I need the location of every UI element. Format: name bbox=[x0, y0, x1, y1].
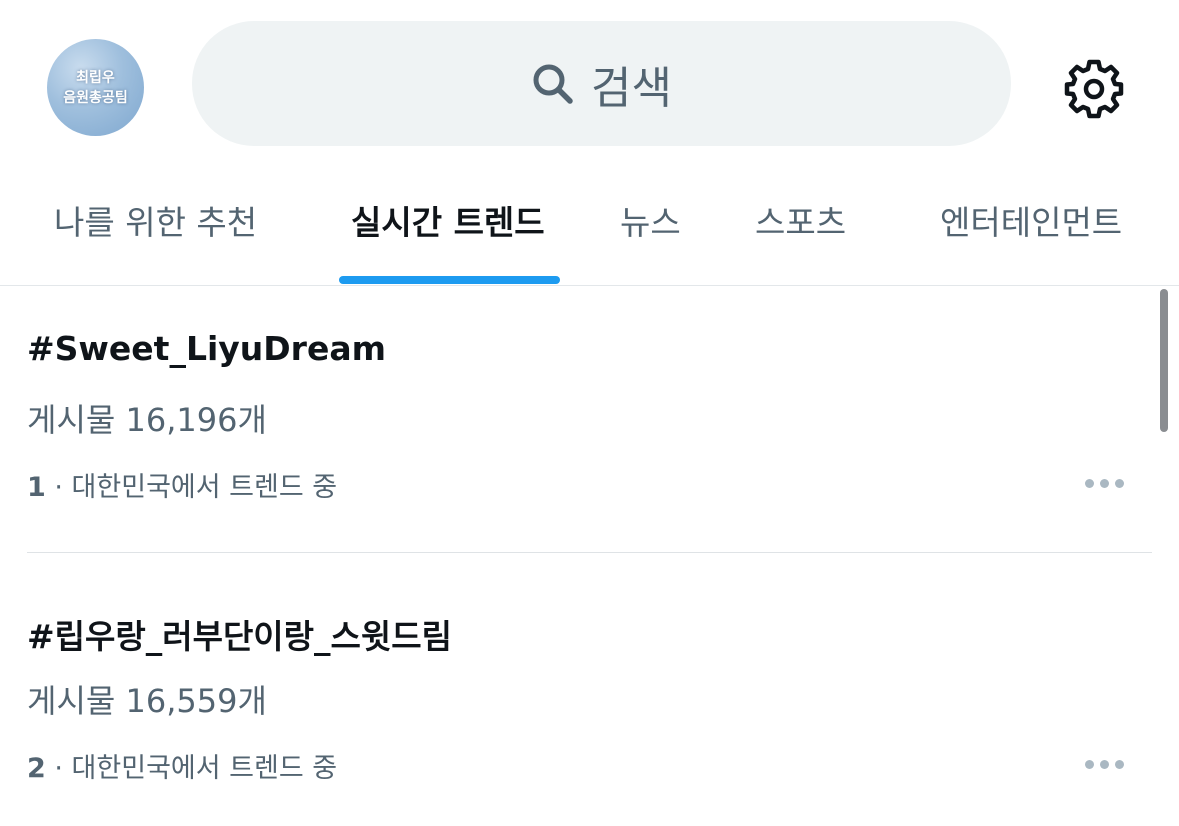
trend-item[interactable]: #립우랑_러부단이랑_스윗드림 게시물 16,559개 2 · 대한민국에서 트… bbox=[0, 568, 1179, 826]
tab-entertainment[interactable]: 엔터테인먼트 bbox=[940, 196, 1122, 256]
settings-button[interactable] bbox=[1062, 57, 1126, 121]
more-dot bbox=[1114, 478, 1124, 488]
more-dot bbox=[1114, 759, 1124, 769]
trend-title: #립우랑_러부단이랑_스윗드림 bbox=[27, 617, 452, 656]
divider bbox=[27, 552, 1152, 553]
avatar-label: 최립우 음원총공팀 bbox=[63, 69, 128, 106]
trend-title: #Sweet_LiyuDream bbox=[27, 329, 386, 368]
trend-context: 2 · 대한민국에서 트렌드 중 bbox=[27, 746, 337, 785]
trend-rank: 2 bbox=[27, 753, 46, 784]
trend-location: · 대한민국에서 트렌드 중 bbox=[45, 472, 338, 503]
tab-sports[interactable]: 스포츠 bbox=[755, 196, 846, 256]
more-dot bbox=[1099, 759, 1109, 769]
trend-post-count: 게시물 16,559개 bbox=[27, 682, 267, 720]
search-input[interactable]: 검색 bbox=[192, 21, 1011, 146]
active-tab-indicator bbox=[339, 276, 560, 284]
tab-for-you[interactable]: 나를 위한 추천 bbox=[54, 196, 257, 256]
tab-bar: 나를 위한 추천 실시간 트렌드 뉴스 스포츠 엔터테인먼트 bbox=[0, 160, 1179, 286]
trend-post-count: 게시물 16,196개 bbox=[27, 401, 267, 439]
tab-trending[interactable]: 실시간 트렌드 bbox=[351, 196, 545, 256]
search-placeholder: 검색 bbox=[591, 62, 672, 114]
trend-list: #Sweet_LiyuDream 게시물 16,196개 1 · 대한민국에서 … bbox=[0, 287, 1179, 826]
avatar[interactable]: 최립우 음원총공팀 bbox=[47, 39, 144, 136]
trend-context: 1 · 대한민국에서 트렌드 중 bbox=[27, 465, 337, 504]
more-dot bbox=[1099, 478, 1109, 488]
trend-item[interactable]: #Sweet_LiyuDream 게시물 16,196개 1 · 대한민국에서 … bbox=[0, 287, 1179, 553]
search-icon bbox=[531, 62, 575, 106]
gear-icon bbox=[1062, 57, 1126, 121]
explore-screen: 최립우 음원총공팀 검색 나를 위한 추천 실시간 트렌드 뉴스 스포츠 엔터테… bbox=[0, 0, 1179, 826]
trend-location: · 대한민국에서 트렌드 중 bbox=[45, 753, 338, 784]
trend-rank: 1 bbox=[27, 472, 46, 503]
more-options-button[interactable] bbox=[1078, 465, 1130, 501]
more-dot bbox=[1084, 478, 1094, 488]
scrollbar[interactable] bbox=[1160, 289, 1168, 432]
more-options-button[interactable] bbox=[1078, 746, 1130, 782]
header: 최립우 음원총공팀 검색 bbox=[0, 0, 1179, 160]
tab-news[interactable]: 뉴스 bbox=[620, 196, 681, 256]
more-dot bbox=[1084, 759, 1094, 769]
